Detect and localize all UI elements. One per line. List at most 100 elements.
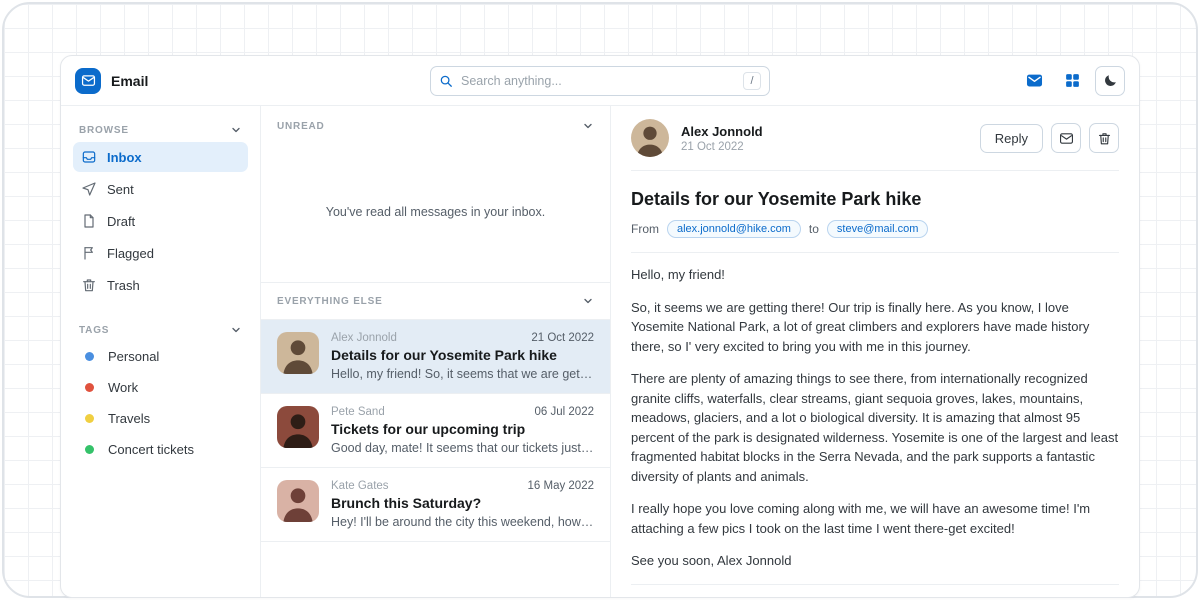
sidebar-item-inbox[interactable]: Inbox xyxy=(73,142,248,172)
sender-avatar xyxy=(277,332,319,374)
to-address-chip: steve@mail.com xyxy=(827,220,928,238)
unread-empty-message: You've read all messages in your inbox. xyxy=(261,142,610,282)
header-center: / xyxy=(255,66,945,96)
body-paragraph: Hello, my friend! xyxy=(631,265,1119,285)
body-paragraph: There are plenty of amazing things to se… xyxy=(631,369,1119,486)
sender-avatar xyxy=(277,406,319,448)
detail-date: 21 Oct 2022 xyxy=(681,141,763,153)
tags-section-label: TAGS xyxy=(79,325,109,336)
app-title: Email xyxy=(111,73,148,89)
search-shortcut-badge: / xyxy=(743,72,761,90)
chevron-down-icon xyxy=(582,295,594,307)
email-subject: Details for our Yosemite Park hike xyxy=(331,347,594,363)
sender-avatar xyxy=(631,119,669,157)
tag-item-personal[interactable]: Personal xyxy=(73,342,248,371)
draft-document-icon xyxy=(81,213,97,229)
email-date: 06 Jul 2022 xyxy=(535,406,594,418)
email-item-text: Pete Sand 06 Jul 2022 Tickets for our up… xyxy=(331,406,594,455)
tag-item-travels[interactable]: Travels xyxy=(73,404,248,433)
brand-area: Email xyxy=(75,68,255,94)
search-input[interactable] xyxy=(461,74,735,88)
tag-color-dot xyxy=(85,414,94,423)
email-list-item[interactable]: Pete Sand 06 Jul 2022 Tickets for our up… xyxy=(261,394,610,468)
tags-section: TAGS Personal Work Travels xyxy=(73,318,248,464)
email-snippet: Good day, mate! It seems that our ticket… xyxy=(331,441,594,455)
sidebar-item-label: Inbox xyxy=(107,150,142,165)
trash-icon xyxy=(81,277,97,293)
chevron-down-icon xyxy=(230,324,242,336)
detail-actions: Reply xyxy=(980,123,1119,153)
email-snippet: Hey! I'll be around the city this weeken… xyxy=(331,515,594,529)
browse-section-label: BROWSE xyxy=(79,125,129,136)
tags-section-toggle[interactable]: TAGS xyxy=(73,318,248,342)
tag-color-dot xyxy=(85,352,94,361)
detail-sender-name: Alex Jonnold xyxy=(681,124,763,139)
divider xyxy=(631,252,1119,253)
from-label: From xyxy=(631,222,659,236)
tag-label: Work xyxy=(108,380,138,395)
email-item-text: Alex Jonnold 21 Oct 2022 Details for our… xyxy=(331,332,594,381)
inbox-icon xyxy=(81,149,97,165)
to-label: to xyxy=(809,222,819,236)
search-icon xyxy=(439,74,453,88)
reply-button[interactable]: Reply xyxy=(980,124,1043,153)
chevron-down-icon xyxy=(230,124,242,136)
email-date: 16 May 2022 xyxy=(528,480,595,492)
tag-item-concert-tickets[interactable]: Concert tickets xyxy=(73,435,248,464)
browse-section-toggle[interactable]: BROWSE xyxy=(73,118,248,142)
delete-email-button[interactable] xyxy=(1089,123,1119,153)
from-address-chip: alex.jonnold@hike.com xyxy=(667,220,801,238)
send-icon xyxy=(81,181,97,197)
sender-block: Alex Jonnold 21 Oct 2022 xyxy=(681,124,763,153)
active-app-mail-icon-button[interactable] xyxy=(1019,66,1049,96)
sidebar-item-label: Trash xyxy=(107,278,140,293)
tag-item-work[interactable]: Work xyxy=(73,373,248,402)
email-app-window: Email / xyxy=(60,55,1140,598)
email-date: 21 Oct 2022 xyxy=(531,332,594,344)
email-logo-icon xyxy=(75,68,101,94)
tag-color-dot xyxy=(85,383,94,392)
body-paragraph: See you soon, Alex Jonnold xyxy=(631,551,1119,571)
email-sender: Alex Jonnold xyxy=(331,332,397,344)
divider xyxy=(631,584,1119,585)
email-snippet: Hello, my friend! So, it seems that we a… xyxy=(331,367,594,381)
sidebar-item-label: Draft xyxy=(107,214,135,229)
sidebar-item-label: Sent xyxy=(107,182,134,197)
email-item-text: Kate Gates 16 May 2022 Brunch this Satur… xyxy=(331,480,594,529)
sidebar-item-trash[interactable]: Trash xyxy=(73,270,248,300)
body-paragraph: I really hope you love coming along with… xyxy=(631,499,1119,538)
dark-mode-toggle[interactable] xyxy=(1095,66,1125,96)
unread-section-label: UNREAD xyxy=(277,121,325,132)
email-detail-body: Details for our Yosemite Park hike From … xyxy=(611,171,1139,597)
attachments-heading: Attachments xyxy=(631,597,1119,598)
sidebar-item-label: Flagged xyxy=(107,246,154,261)
email-subject: Tickets for our upcoming trip xyxy=(331,421,594,437)
email-sender: Pete Sand xyxy=(331,406,385,418)
everything-else-section-toggle[interactable]: EVERYTHING ELSE xyxy=(261,282,610,320)
unread-section-toggle[interactable]: UNREAD xyxy=(261,106,610,142)
flag-icon xyxy=(81,245,97,261)
email-list-item[interactable]: Alex Jonnold 21 Oct 2022 Details for our… xyxy=(261,320,610,394)
chevron-down-icon xyxy=(582,120,594,132)
email-subject: Brunch this Saturday? xyxy=(331,495,594,511)
sidebar-item-flagged[interactable]: Flagged xyxy=(73,238,248,268)
email-subject-title: Details for our Yosemite Park hike xyxy=(631,189,1119,210)
apps-grid-icon-button[interactable] xyxy=(1057,66,1087,96)
sidebar: BROWSE Inbox Sent xyxy=(61,106,261,597)
search-bar: / xyxy=(430,66,770,96)
sidebar-item-sent[interactable]: Sent xyxy=(73,174,248,204)
email-sender: Kate Gates xyxy=(331,480,389,492)
mail-list-column: UNREAD You've read all messages in your … xyxy=(261,106,611,597)
app-header: Email / xyxy=(61,56,1139,106)
email-detail-panel: Alex Jonnold 21 Oct 2022 Reply Details f… xyxy=(611,106,1139,597)
main-area: BROWSE Inbox Sent xyxy=(61,106,1139,597)
everything-else-section-label: EVERYTHING ELSE xyxy=(277,296,383,307)
tag-label: Travels xyxy=(108,411,150,426)
forward-mail-icon-button[interactable] xyxy=(1051,123,1081,153)
email-list-item[interactable]: Kate Gates 16 May 2022 Brunch this Satur… xyxy=(261,468,610,542)
body-paragraph: So, it seems we are getting there! Our t… xyxy=(631,298,1119,357)
tag-label: Concert tickets xyxy=(108,442,194,457)
sidebar-item-draft[interactable]: Draft xyxy=(73,206,248,236)
tag-label: Personal xyxy=(108,349,159,364)
from-to-line: From alex.jonnold@hike.com to steve@mail… xyxy=(631,220,1119,238)
